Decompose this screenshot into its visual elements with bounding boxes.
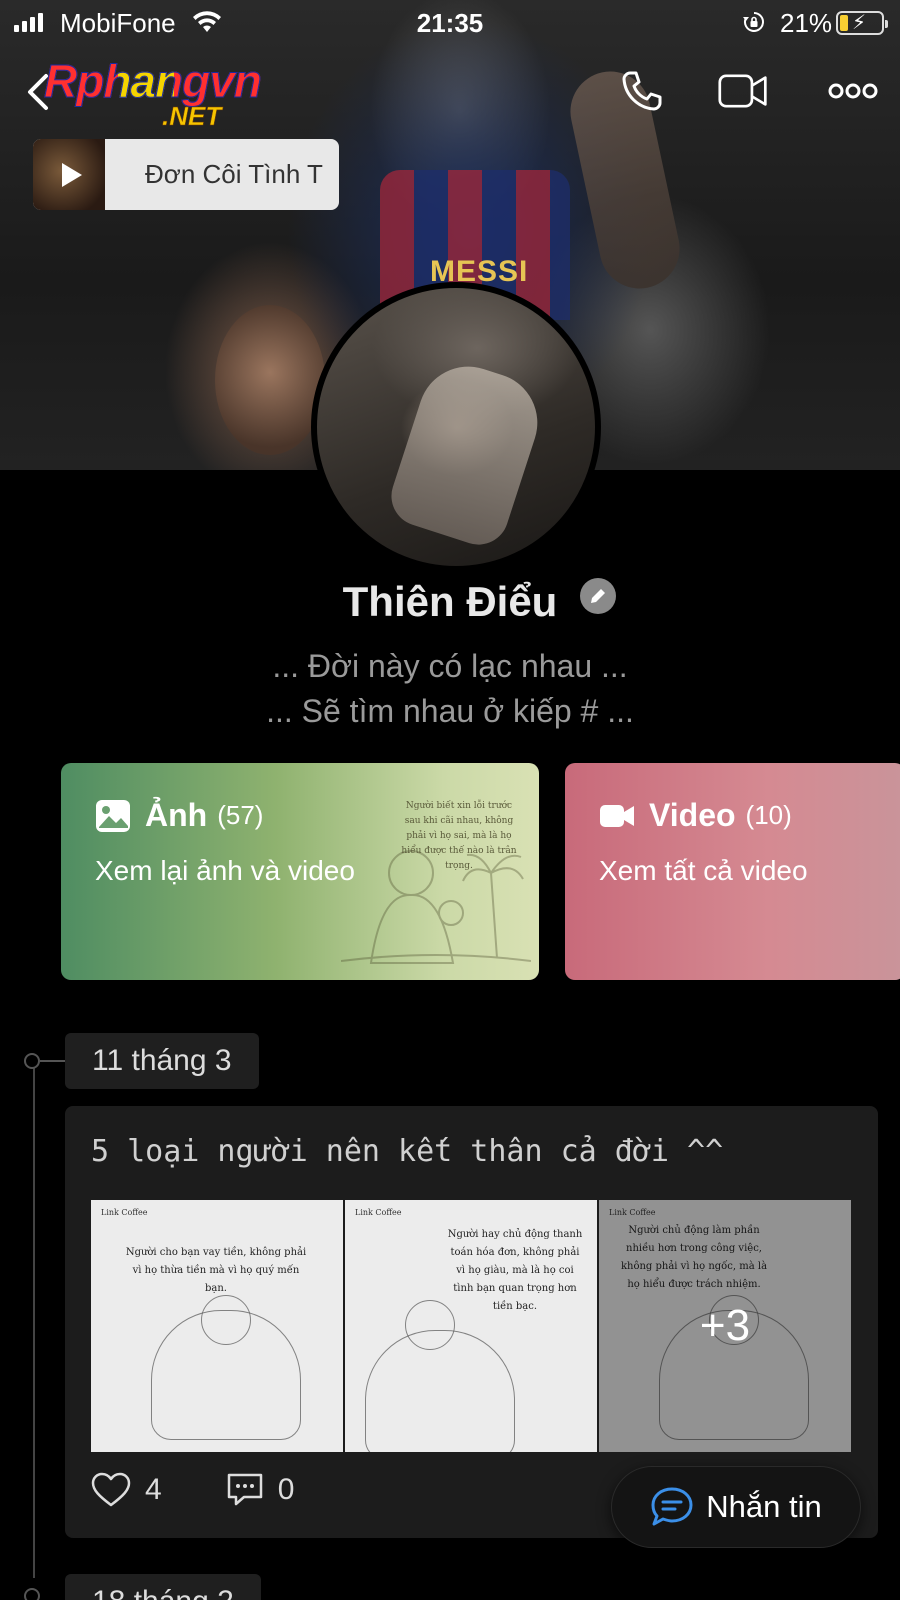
timeline-date: 18 tháng 2: [65, 1574, 261, 1600]
photos-label: Ảnh: [145, 797, 208, 833]
rotation-lock-icon: [743, 12, 764, 32]
cover-face-left: [215, 305, 325, 455]
videos-subtitle: Xem tất cả video: [599, 855, 808, 886]
profile-name-row: Thiên Điểu: [0, 578, 900, 626]
photo-caption: Người cho bạn vay tiền, không phải vì họ…: [125, 1247, 307, 1294]
photos-count: (57): [217, 800, 264, 830]
video-call-button[interactable]: [718, 68, 768, 114]
videos-card[interactable]: Video (10) Xem tất cả video: [565, 763, 900, 980]
music-title: Đơn Côi Tình T: [145, 159, 323, 189]
photo-sketch-figure: [365, 1330, 515, 1452]
watermark-logo-sub: .NET: [162, 101, 222, 132]
message-button[interactable]: Nhắn tin: [611, 1466, 861, 1548]
pencil-icon: [591, 589, 605, 603]
bio-line-1: ... Đời này có lạc nhau ...: [272, 648, 628, 684]
edit-profile-button[interactable]: [580, 578, 616, 614]
photo-brand: Link Coffee: [101, 1208, 148, 1217]
charging-bolt-icon: ⚡: [852, 12, 867, 34]
like-count: 4: [145, 1473, 162, 1506]
avatar[interactable]: [311, 282, 601, 572]
photos-subtitle: Xem lại ảnh và video: [95, 855, 355, 886]
photos-card-sketch-text: Người biết xin lỗi trước sau khi cãi nha…: [401, 801, 517, 871]
post-text: 5 loại người nên kết thân cả đời ^^: [91, 1134, 724, 1169]
heart-icon[interactable]: [91, 1472, 131, 1508]
battery-percent: 21%: [780, 8, 833, 38]
timeline-dot: [24, 1588, 40, 1600]
post-photo[interactable]: Link Coffee Người hay chủ động thanh toá…: [345, 1200, 597, 1452]
profile-music[interactable]: Đơn Côi Tình T: [33, 139, 339, 210]
photos-card-header: Ảnh (57): [95, 797, 263, 834]
timeline-dot: [24, 1053, 40, 1069]
chat-bubble-icon: [651, 1487, 693, 1526]
timeline-date: 11 tháng 3: [65, 1033, 259, 1089]
watermark-logo-main: Rphangvn: [44, 55, 263, 108]
battery-icon: ⚡: [836, 11, 888, 35]
watermark-logo: Rphangvn .NET: [44, 55, 263, 132]
call-button[interactable]: [617, 68, 667, 114]
battery-fill: [840, 15, 848, 31]
message-button-label: Nhắn tin: [706, 1489, 822, 1524]
post-actions: 4 0: [91, 1472, 294, 1508]
photos-card[interactable]: Người biết xin lỗi trước sau khi cãi nha…: [61, 763, 539, 980]
more-photos-overlay[interactable]: +3: [599, 1200, 851, 1452]
videos-label: Video: [649, 797, 736, 833]
photo-brand: Link Coffee: [355, 1208, 402, 1217]
play-icon[interactable]: [62, 162, 82, 187]
post-photo-grid: Link Coffee Người cho bạn vay tiền, khôn…: [91, 1200, 851, 1452]
comment-count: 0: [277, 1473, 295, 1506]
post-photo[interactable]: Link Coffee Người chủ động làm phần nhiề…: [599, 1200, 851, 1452]
profile-name: Thiên Điểu: [342, 578, 558, 625]
music-thumbnail: [33, 139, 105, 210]
timeline-line: [33, 1058, 35, 1578]
comment-icon[interactable]: [226, 1472, 264, 1508]
video-camera-icon: [718, 74, 767, 108]
image-icon: [96, 799, 130, 832]
phone-icon: [622, 71, 662, 111]
videos-card-header: Video (10): [599, 797, 792, 834]
photo-sketch-head: [405, 1300, 455, 1350]
more-horizontal-icon: [828, 83, 878, 99]
video-icon: [600, 804, 634, 827]
photo-sketch-head: [201, 1295, 251, 1345]
status-bar: MobiFone 21:35 21% ⚡: [0, 0, 900, 46]
photo-caption: Người hay chủ động thanh toán hóa đơn, k…: [447, 1229, 583, 1312]
timeline-tick: [40, 1060, 66, 1062]
avatar-hand-figure: [383, 353, 551, 553]
more-button[interactable]: [828, 68, 878, 114]
post-photo[interactable]: Link Coffee Người cho bạn vay tiền, khôn…: [91, 1200, 343, 1452]
videos-count: (10): [745, 800, 792, 830]
bio-line-2: ... Sẽ tìm nhau ở kiếp # ...: [266, 693, 634, 729]
